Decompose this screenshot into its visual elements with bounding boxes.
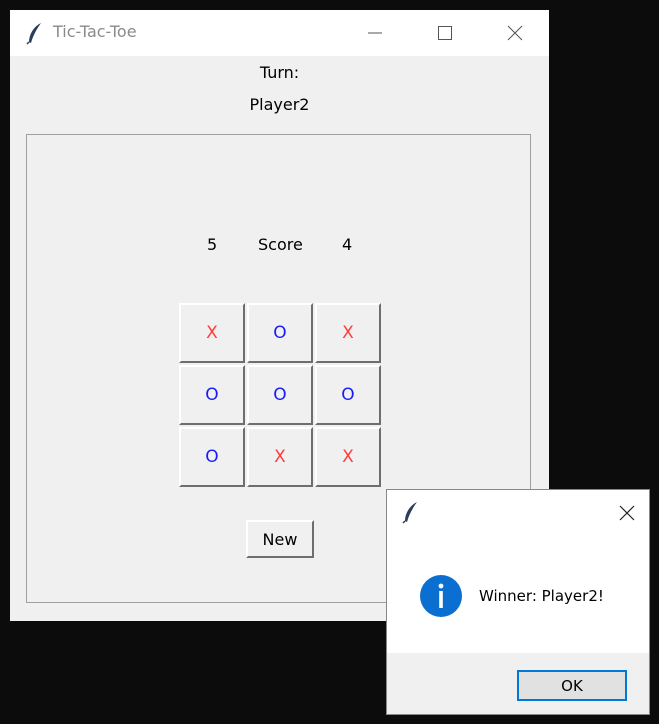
title-bar[interactable]: Tic-Tac-Toe: [10, 10, 549, 56]
turn-player: Player2: [249, 95, 310, 114]
score-player1: 5: [207, 235, 218, 254]
close-icon: [619, 505, 635, 521]
board-cell-0-1[interactable]: O: [247, 303, 313, 363]
board-cell-2-1[interactable]: X: [247, 427, 313, 487]
score-player2: 4: [342, 235, 353, 254]
winner-dialog: Winner: Player2! OK: [386, 489, 650, 715]
new-game-button[interactable]: New: [246, 520, 314, 558]
turn-label: Turn:: [259, 63, 300, 82]
board-cell-1-2[interactable]: O: [315, 365, 381, 425]
board-cell-2-0[interactable]: O: [179, 427, 245, 487]
board-cell-0-2[interactable]: X: [315, 303, 381, 363]
feather-icon: [402, 502, 417, 524]
close-icon: [507, 25, 523, 41]
board-cell-1-0[interactable]: O: [179, 365, 245, 425]
close-button[interactable]: [480, 10, 550, 56]
board-cell-1-1[interactable]: O: [247, 365, 313, 425]
feather-icon: [26, 23, 41, 45]
window-title: Tic-Tac-Toe: [53, 22, 137, 41]
maximize-icon: [438, 26, 452, 40]
game-board: X O X O O O O X X: [179, 303, 383, 489]
dialog-message: Winner: Player2!: [479, 587, 604, 605]
maximize-button[interactable]: [410, 10, 480, 56]
dialog-close-button[interactable]: [607, 498, 647, 528]
ok-button[interactable]: OK: [517, 670, 627, 701]
info-icon: [420, 575, 462, 617]
board-cell-0-0[interactable]: X: [179, 303, 245, 363]
minimize-button[interactable]: [340, 10, 410, 56]
minimize-icon: [368, 32, 382, 34]
board-cell-2-2[interactable]: X: [315, 427, 381, 487]
score-label: Score: [258, 235, 303, 254]
